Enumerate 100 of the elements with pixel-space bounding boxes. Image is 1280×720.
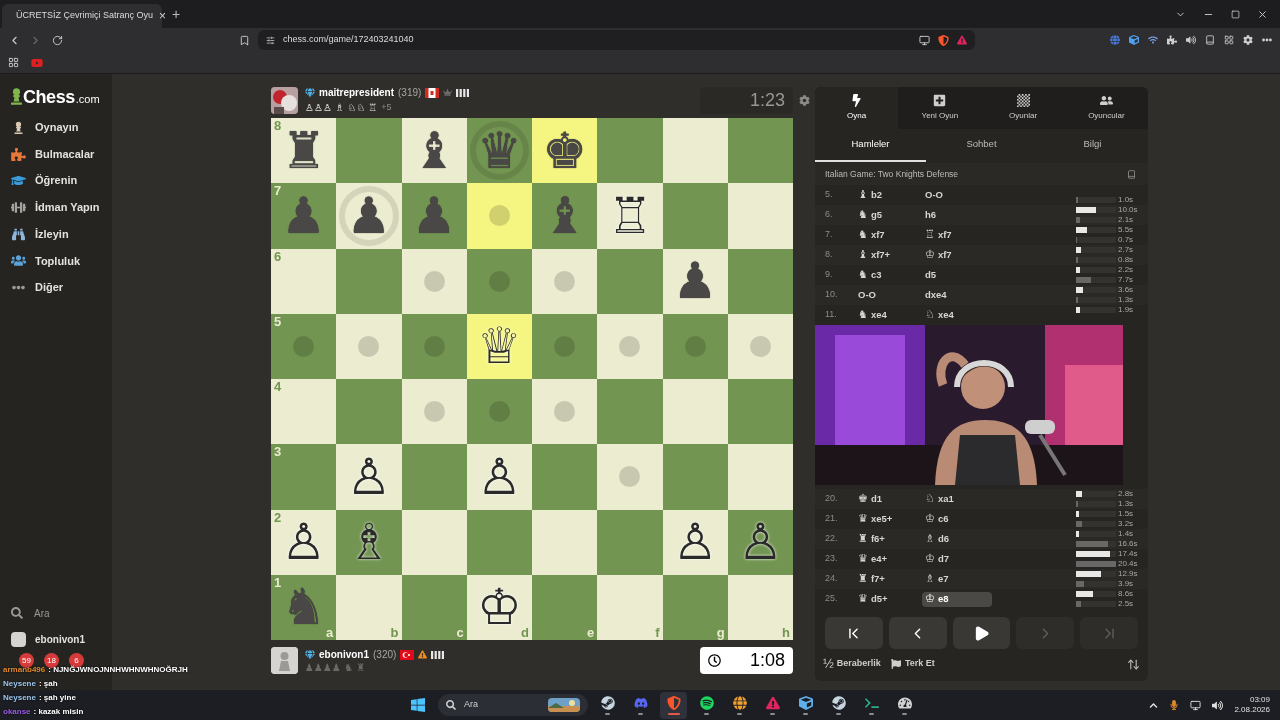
player-name[interactable]: maitrepresident [319,85,395,101]
chess-piece[interactable]: ♙ [476,451,522,502]
move[interactable]: h6 [922,207,992,223]
chess-piece[interactable]: ♙ [346,451,392,502]
tab-close[interactable]: × [159,6,167,25]
player-name[interactable]: ebonivon1 [319,647,369,662]
draw-button[interactable]: ½ Beraberlik [823,654,881,674]
move[interactable]: ♔ e8 [922,591,992,607]
board-square[interactable] [466,248,532,314]
chess-piece[interactable]: ♝ [411,125,457,176]
triangle-icon[interactable] [957,35,967,45]
move[interactable]: ♘ xe4 [922,307,992,323]
taskbar-search[interactable]: Ara [438,694,588,716]
new-tab-button[interactable]: + [172,3,181,25]
speaker-icon[interactable] [1186,35,1196,45]
apps-icon[interactable] [8,57,19,68]
move[interactable]: ♝ b2 [855,187,922,203]
chess-piece[interactable]: ♗ [346,517,392,568]
move[interactable]: ♔ d7 [922,551,992,567]
sidebar-item[interactable]: Oynayın [0,114,112,141]
board-square[interactable]: ♗ [336,509,402,575]
panel-tab[interactable]: Oyunlar [981,87,1065,129]
move[interactable]: ♛ xe5+ [855,511,922,527]
board-square[interactable]: ♟ [336,183,402,249]
move[interactable]: O-O [922,187,992,203]
board-square[interactable]: ♙ [336,444,402,510]
bookmark-icon[interactable] [239,34,250,46]
sidebar-item[interactable]: İzleyin [0,220,112,248]
clock-time[interactable]: 03:09 [1249,695,1270,705]
move[interactable]: O-O [855,287,922,303]
resign-button[interactable]: Terk Et [890,657,935,671]
youtube-icon[interactable] [31,56,43,69]
sidebar-item[interactable]: İdman Yapın [0,194,112,221]
board-square[interactable]: ♙ [662,509,728,575]
move[interactable]: ♛ d5+ [855,591,922,607]
move[interactable]: ♘ xa1 [922,491,992,507]
move[interactable]: d5 [922,267,992,283]
first-move-button[interactable] [825,617,883,649]
sidebar-item[interactable]: Bulmacalar [0,140,112,168]
sidebar-item[interactable]: Öğrenin [0,167,112,195]
move-tab[interactable]: Bilgi [1037,129,1148,162]
volume-icon[interactable] [1212,699,1224,711]
sidebar-item[interactable]: Diğer [0,274,112,301]
board-square[interactable]: ♝ [401,118,467,184]
close-icon[interactable] [1257,8,1268,20]
board-square[interactable] [532,379,598,445]
board-square[interactable]: ♙ [727,509,793,575]
panel-tab[interactable]: Oyuncular [1064,87,1148,129]
settings-icon[interactable] [798,94,810,106]
move[interactable]: ♖ xf7 [922,227,992,243]
board-square[interactable] [662,118,728,184]
chess-piece[interactable]: ♖ [607,190,653,241]
move[interactable]: ♞ c3 [855,267,922,283]
board-square[interactable] [662,313,728,379]
globe-icon[interactable] [1110,35,1120,45]
board-square[interactable] [532,248,598,314]
clock-date[interactable]: 2.08.2026 [1234,705,1270,715]
chess-piece[interactable]: ♙ [281,517,327,568]
board-square[interactable] [466,379,532,445]
move[interactable]: ♜ f7+ [855,571,922,587]
board-square[interactable] [401,313,467,379]
board-square[interactable] [727,313,793,379]
wave-icon[interactable] [1148,35,1158,45]
reload-icon[interactable] [52,34,63,46]
board-square[interactable] [727,118,793,184]
shield-icon[interactable] [938,34,949,46]
avatar[interactable] [271,646,298,674]
logo-text[interactable]: Chess [23,88,75,106]
site-settings-icon[interactable] [266,35,275,45]
chess-piece[interactable]: ♜ [281,125,327,176]
panel-tab[interactable]: Oyna [815,87,899,129]
book-icon[interactable] [1205,35,1215,45]
board-square[interactable]: ♖ [597,183,663,249]
board-square[interactable] [532,313,598,379]
settings-icon[interactable] [1243,35,1253,45]
chess-piece[interactable]: ♙ [672,517,718,568]
move[interactable]: ♗ d6 [922,531,992,547]
sidebar-item[interactable]: Topluluk [0,247,112,275]
board-square[interactable] [401,379,467,445]
puzzle-icon[interactable] [1167,35,1177,45]
book-icon[interactable] [1127,169,1136,179]
avatar[interactable] [271,86,298,114]
chess-piece[interactable]: ♟ [672,256,718,307]
board-square[interactable]: ♟ [662,248,728,314]
move[interactable]: ♛ e4+ [855,551,922,567]
network-icon[interactable] [1190,699,1202,711]
chess-piece[interactable]: ♔ [476,582,522,633]
sidebar-user[interactable]: ebonivon1 [0,626,112,652]
board-square[interactable] [401,509,467,575]
move[interactable]: ♚ d1 [855,491,922,507]
move[interactable]: ♔ xf7 [922,247,992,263]
chess-piece[interactable]: ♕ [476,321,522,372]
flip-board-icon[interactable] [1127,657,1140,671]
windows-icon[interactable] [410,697,426,713]
move[interactable]: ♔ c6 [922,511,992,527]
move[interactable]: ♞ xe4 [855,307,922,323]
board-square[interactable] [532,509,598,575]
board-square[interactable] [466,509,532,575]
board-square[interactable] [727,248,793,314]
move[interactable]: ♞ xf7 [855,227,922,243]
